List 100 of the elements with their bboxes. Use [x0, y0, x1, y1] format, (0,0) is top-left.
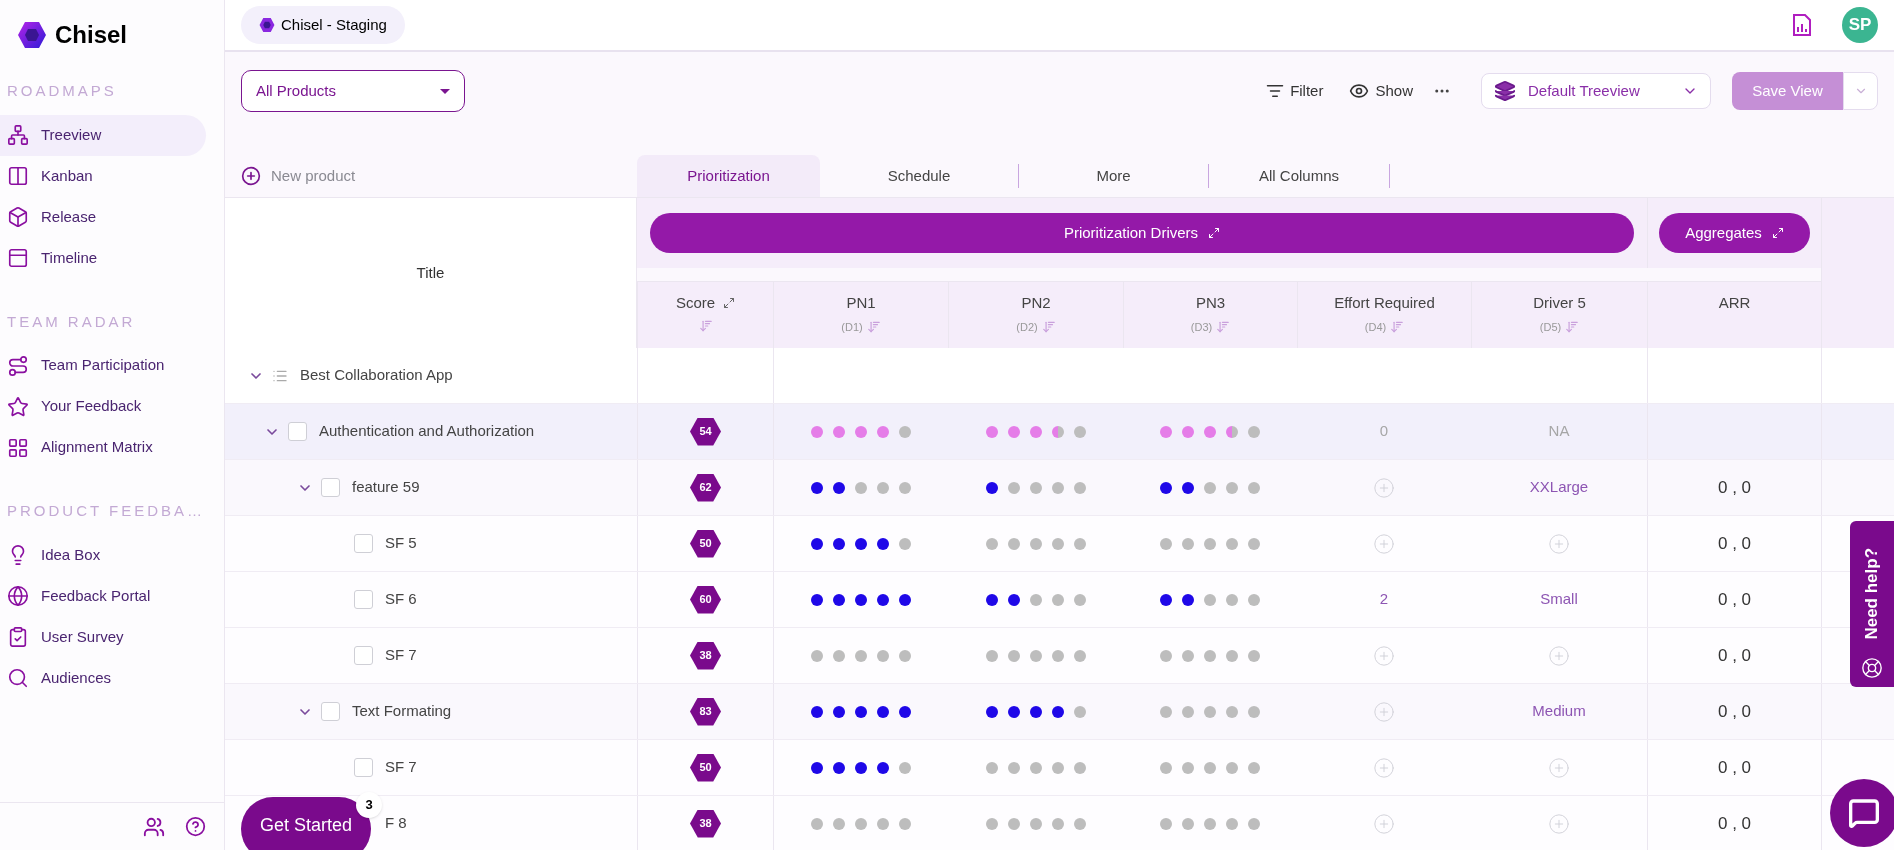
expand-icon[interactable] — [723, 297, 736, 310]
add-icon — [241, 166, 261, 186]
cell-value: 0 , 0 — [1717, 588, 1752, 611]
tab[interactable]: All Columns — [1209, 155, 1389, 197]
cell-value: 0 , 0 — [1717, 812, 1752, 835]
add-icon[interactable] — [1548, 532, 1570, 555]
checkbox[interactable] — [354, 646, 373, 665]
row-title[interactable]: Text Formating — [352, 700, 452, 723]
caret-icon — [440, 88, 450, 94]
expand-icon — [1771, 227, 1784, 239]
section-title: ROADMAPS — [6, 81, 118, 101]
cube-icon — [7, 206, 29, 228]
row-title[interactable]: SF 6 — [385, 588, 417, 611]
column-header: Effort Required — [1334, 293, 1435, 313]
score-badge: 38 — [690, 809, 721, 838]
tab[interactable]: More — [1019, 155, 1208, 197]
tab[interactable]: Schedule — [820, 155, 1018, 197]
cell-value: 0 , 0 — [1717, 700, 1752, 723]
row-title[interactable]: Authentication and Authorization — [319, 420, 535, 443]
add-icon[interactable] — [1548, 756, 1570, 779]
layers-icon — [1494, 80, 1516, 102]
star-icon — [7, 395, 29, 418]
nav-item[interactable]: Kanban — [0, 155, 206, 197]
cell-value: 0 , 0 — [1717, 644, 1752, 667]
checkbox[interactable] — [354, 758, 373, 777]
cell-value[interactable]: 2 — [1379, 588, 1389, 611]
nav-item[interactable]: Timeline — [0, 237, 206, 279]
columns-icon — [7, 165, 29, 187]
group-header[interactable]: Prioritization Drivers — [650, 213, 1634, 253]
row-title[interactable]: SF 7 — [385, 756, 417, 779]
cell-value[interactable]: Small — [1540, 588, 1578, 611]
filter-button[interactable]: Filter — [1266, 79, 1324, 103]
score-badge: 50 — [690, 753, 721, 782]
score-badge: 38 — [690, 641, 721, 670]
help-icon[interactable] — [185, 816, 206, 837]
add-icon[interactable] — [1373, 644, 1395, 667]
checkbox[interactable] — [354, 590, 373, 609]
nav-item[interactable]: User Survey — [0, 616, 206, 658]
nav-item[interactable]: Treeview — [0, 114, 206, 156]
tab[interactable]: Prioritization — [637, 155, 820, 197]
nav-item[interactable]: Your Feedback — [0, 386, 206, 427]
checkbox[interactable] — [321, 702, 340, 721]
row-title[interactable]: feature 59 — [352, 476, 420, 499]
hierarchy-icon — [7, 124, 29, 146]
logo-icon — [17, 20, 47, 50]
eye-icon — [1349, 81, 1370, 101]
group-header[interactable]: Aggregates — [1659, 213, 1810, 253]
add-icon[interactable] — [1548, 812, 1570, 835]
product-select[interactable]: All Products — [241, 70, 465, 112]
cell-value[interactable]: Medium — [1532, 700, 1586, 723]
add-icon[interactable] — [1373, 476, 1395, 499]
add-icon[interactable] — [1373, 756, 1395, 779]
cell-value: 0 , 0 — [1717, 756, 1752, 779]
column-header: ARR — [1718, 293, 1751, 313]
show-button[interactable]: Show — [1349, 79, 1413, 103]
logo-text: Chisel — [55, 20, 128, 50]
column-header: Driver 5 — [1533, 293, 1586, 313]
column-header: Score — [675, 293, 716, 313]
add-icon[interactable] — [1548, 644, 1570, 667]
workspace-chip[interactable]: Chisel - Staging — [241, 6, 405, 44]
clipboard-icon — [7, 626, 29, 648]
cell-value[interactable]: XXLarge — [1529, 476, 1589, 499]
save-options-button[interactable] — [1843, 72, 1878, 110]
row-title[interactable]: SF 5 — [385, 532, 417, 555]
row-title[interactable]: Best Collaboration App — [300, 364, 453, 387]
add-icon[interactable] — [1373, 812, 1395, 835]
sort-icon[interactable] — [1565, 319, 1580, 334]
column-header: PN3 — [1195, 293, 1226, 313]
sort-icon[interactable] — [1041, 319, 1056, 334]
nav-item[interactable]: Feedback Portal — [0, 575, 206, 617]
section-title: PRODUCT FEEDBA… — [6, 501, 207, 521]
score-badge: 54 — [690, 417, 721, 446]
sort-icon[interactable] — [866, 319, 881, 334]
column-code: (D2) — [1016, 319, 1038, 335]
nav-item[interactable]: Team Participation — [0, 345, 206, 386]
add-icon[interactable] — [1373, 532, 1395, 555]
score-badge: 60 — [690, 585, 721, 614]
help-tab[interactable]: Need help? — [1850, 521, 1894, 687]
lifebuoy-icon — [1861, 657, 1883, 679]
score-badge: 62 — [690, 473, 721, 502]
score-badge: 50 — [690, 529, 721, 558]
nav-item[interactable]: Release — [0, 196, 206, 238]
nav-item[interactable]: Idea Box — [0, 534, 206, 576]
expand-icon — [1208, 227, 1221, 239]
add-icon[interactable] — [1373, 700, 1395, 723]
checkbox[interactable] — [288, 422, 307, 441]
nav-item[interactable]: Alignment Matrix — [0, 427, 206, 468]
row-title[interactable]: F 8 — [385, 812, 407, 835]
report-icon[interactable] — [1792, 13, 1812, 37]
sort-icon[interactable] — [698, 318, 713, 333]
chat-icon — [1848, 797, 1880, 829]
sort-icon[interactable] — [1390, 319, 1405, 334]
nav-item[interactable]: Audiences — [0, 657, 206, 699]
team-icon[interactable] — [143, 815, 165, 838]
checkbox[interactable] — [321, 478, 340, 497]
checkbox[interactable] — [354, 534, 373, 553]
sort-icon[interactable] — [1216, 319, 1231, 334]
cell-value: 0 , 0 — [1717, 476, 1752, 499]
row-title[interactable]: SF 7 — [385, 644, 417, 667]
view-select[interactable]: Default Treeview — [1481, 73, 1711, 109]
